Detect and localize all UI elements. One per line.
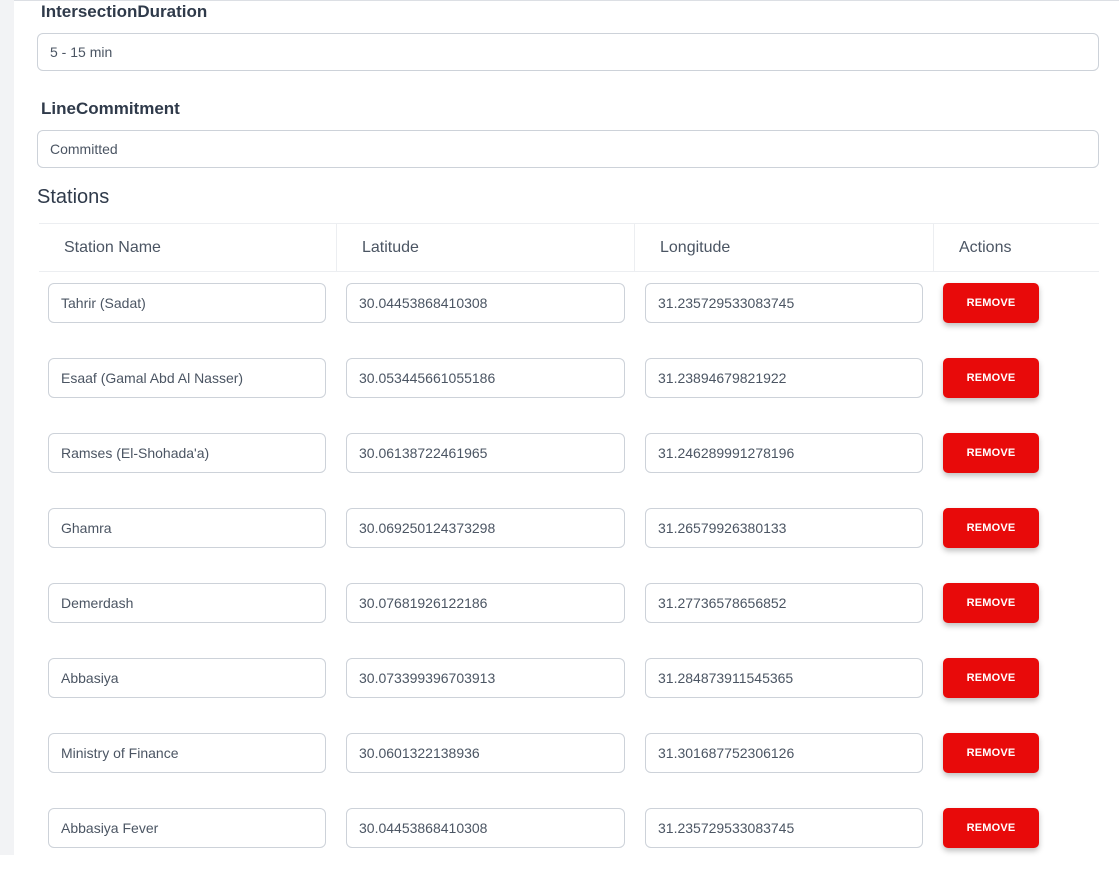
- stations-title: Stations: [37, 186, 110, 208]
- station-name-input[interactable]: Abbasiya: [48, 658, 326, 698]
- latitude-input[interactable]: 30.069250124373298: [346, 508, 625, 548]
- stations-table: Station Name Latitude Longitude Actions …: [39, 223, 1099, 872]
- longitude-input[interactable]: 31.23894679821922: [645, 358, 923, 398]
- latitude-input[interactable]: 30.04453868410308: [346, 808, 625, 848]
- remove-button[interactable]: REMOVE: [943, 508, 1039, 548]
- left-rail: [0, 0, 14, 855]
- column-header-actions: Actions: [933, 223, 1099, 272]
- table-row: Abbasiya Fever 30.04453868410308 31.235729…: [39, 797, 1099, 872]
- station-name-input[interactable]: Ministry of Finance: [48, 733, 326, 773]
- latitude-input[interactable]: 30.073399396703913: [346, 658, 625, 698]
- station-name-input[interactable]: Ghamra: [48, 508, 326, 548]
- latitude-input[interactable]: 30.04453868410308: [346, 283, 625, 323]
- top-divider: [14, 0, 1119, 1]
- longitude-input[interactable]: 31.27736578656852: [645, 583, 923, 623]
- table-row: Ramses (El-Shohada'a) 30.06138722461965 31…: [39, 422, 1099, 497]
- intersection-duration-input[interactable]: 5 - 15 min: [37, 33, 1099, 71]
- longitude-input[interactable]: 31.235729533083745: [645, 283, 923, 323]
- intersection-duration-label: IntersectionDuration: [41, 2, 208, 21]
- longitude-input[interactable]: 31.26579926380133: [645, 508, 923, 548]
- table-row: Ghamra 30.069250124373298 31.2657992638013…: [39, 497, 1099, 572]
- remove-button[interactable]: REMOVE: [943, 283, 1039, 323]
- table-row: Esaaf (Gamal Abd Al Nasser) 30.0534456610…: [39, 347, 1099, 422]
- table-row: Abbasiya 30.073399396703913 31.28487391154…: [39, 647, 1099, 722]
- latitude-input[interactable]: 30.07681926122186: [346, 583, 625, 623]
- column-header-station-name: Station Name: [39, 223, 336, 272]
- line-commitment-input[interactable]: Committed: [37, 130, 1099, 168]
- station-name-input[interactable]: Esaaf (Gamal Abd Al Nasser): [48, 358, 326, 398]
- table-row: Ministry of Finance 30.0601322138936 31.30…: [39, 722, 1099, 797]
- remove-button[interactable]: REMOVE: [943, 433, 1039, 473]
- table-header: Station Name Latitude Longitude Actions: [39, 223, 1099, 272]
- longitude-input[interactable]: 31.284873911545365: [645, 658, 923, 698]
- remove-button[interactable]: REMOVE: [943, 658, 1039, 698]
- longitude-input[interactable]: 31.301687752306126: [645, 733, 923, 773]
- latitude-input[interactable]: 30.0601322138936: [346, 733, 625, 773]
- station-name-input[interactable]: Tahrir (Sadat): [48, 283, 326, 323]
- remove-button[interactable]: REMOVE: [943, 808, 1039, 848]
- line-commitment-label: LineCommitment: [41, 99, 180, 118]
- table-row: Tahrir (Sadat) 30.04453868410308 31.235729…: [39, 272, 1099, 347]
- column-header-latitude: Latitude: [336, 223, 634, 272]
- longitude-input[interactable]: 31.246289991278196: [645, 433, 923, 473]
- remove-button[interactable]: REMOVE: [943, 583, 1039, 623]
- remove-button[interactable]: REMOVE: [943, 358, 1039, 398]
- longitude-input[interactable]: 31.235729533083745: [645, 808, 923, 848]
- latitude-input[interactable]: 30.053445661055186: [346, 358, 625, 398]
- station-name-input[interactable]: Demerdash: [48, 583, 326, 623]
- column-header-longitude: Longitude: [634, 223, 933, 272]
- table-row: Demerdash 30.07681926122186 31.27736578656…: [39, 572, 1099, 647]
- latitude-input[interactable]: 30.06138722461965: [346, 433, 625, 473]
- remove-button[interactable]: REMOVE: [943, 733, 1039, 773]
- station-name-input[interactable]: Ramses (El-Shohada'a): [48, 433, 326, 473]
- table-body: Tahrir (Sadat) 30.04453868410308 31.235729…: [39, 272, 1099, 872]
- station-name-input[interactable]: Abbasiya Fever: [48, 808, 326, 848]
